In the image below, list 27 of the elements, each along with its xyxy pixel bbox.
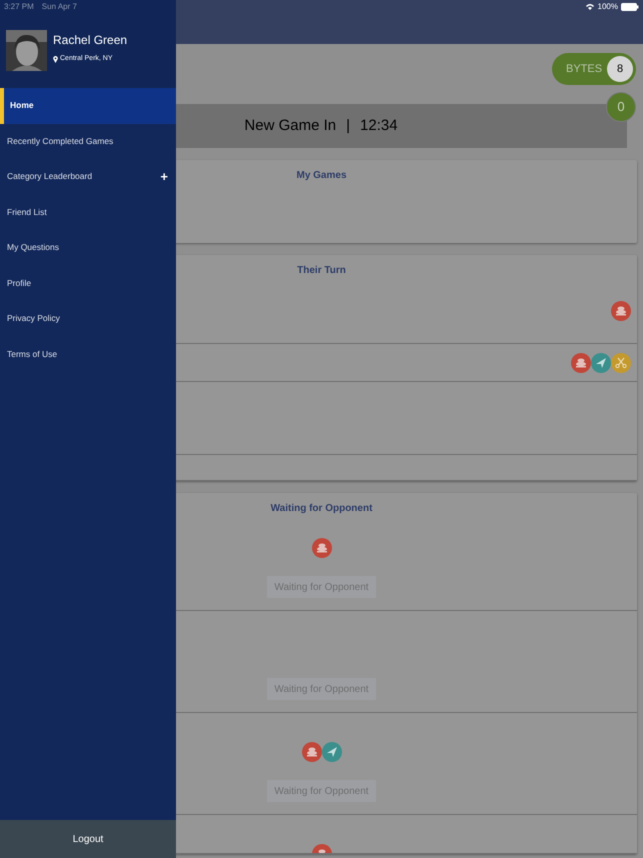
bytes-count: 8 [607, 56, 633, 82]
section-title: Waiting for Opponent [270, 502, 372, 516]
drawer-menu-item[interactable]: My Questions [0, 230, 176, 266]
battery-percent: 100% [598, 0, 618, 12]
location-pin-icon [53, 56, 58, 63]
drawer-menu-item[interactable]: Profile [0, 266, 176, 301]
status-time: 3:27 PM [4, 0, 34, 12]
new-game-label: New Game In [244, 116, 336, 136]
bytes-pill[interactable]: BYTES 8 [552, 53, 636, 85]
section-title: My Games [296, 169, 347, 183]
wifi-icon [584, 2, 595, 10]
battery-icon [621, 2, 639, 10]
drawer-menu-item[interactable]: Recently Completed Games [0, 124, 176, 159]
countdown-time: 12:34 [360, 116, 398, 136]
drawer-menu-item[interactable]: Home [0, 88, 176, 124]
section-title: Their Turn [297, 264, 346, 278]
expand-plus-icon[interactable]: + [160, 170, 168, 184]
drawer-menu-item[interactable]: Friend List [0, 194, 176, 230]
status-date: Sun Apr 7 [42, 0, 77, 12]
separator-text: | [346, 116, 350, 136]
user-name: Rachel Green [53, 32, 128, 49]
bytes-label: BYTES [566, 62, 602, 77]
score-badge: 0 [606, 92, 636, 122]
drawer-menu-item[interactable]: Category Leaderboard + [0, 159, 176, 194]
drawer-menu-item[interactable]: Privacy Policy [0, 301, 176, 336]
drawer-menu-item[interactable]: Terms of Use [0, 336, 176, 372]
logout-button[interactable]: Logout [0, 820, 176, 858]
